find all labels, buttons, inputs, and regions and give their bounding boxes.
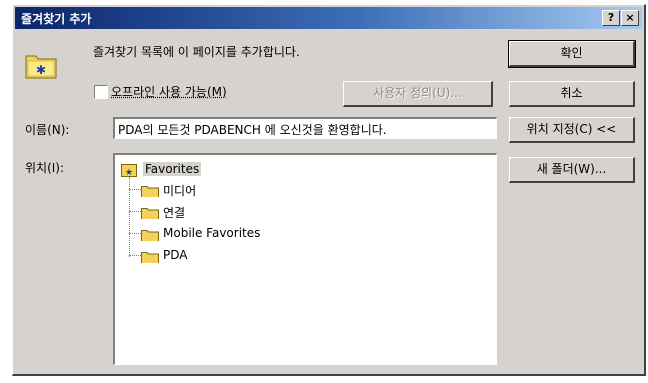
- svg-text:✱: ✱: [36, 63, 46, 77]
- intro-text: 즐겨찾기 목록에 이 페이지를 추가합니다.: [93, 45, 300, 59]
- favorites-folder-icon: ✱: [25, 55, 57, 79]
- folder-icon: [141, 186, 159, 197]
- ok-button[interactable]: 확인: [508, 40, 636, 68]
- tree-root-label: Favorites: [143, 162, 202, 176]
- new-folder-button[interactable]: 새 폴더(W)...: [509, 157, 635, 183]
- tree-item-label: 미디어: [163, 184, 197, 198]
- tree-branch-line: [129, 255, 141, 256]
- name-field[interactable]: PDA의 모든것 PDABENCH 에 오신것을 환영합니다.: [113, 117, 497, 139]
- svg-text:★: ★: [125, 168, 133, 177]
- help-button[interactable]: ?: [602, 10, 620, 26]
- tree-branch-line: [129, 211, 141, 212]
- tree-item-label: Mobile Favorites: [163, 226, 261, 240]
- offline-checkbox[interactable]: [94, 85, 108, 99]
- folder-icon: [141, 252, 159, 263]
- location-label: 위치(I):: [25, 161, 65, 175]
- add-favorite-dialog: 즐겨찾기 추가 ? × ✱ 즐겨찾기 목록에 이 페이지를 추가합니다. 오프라…: [12, 4, 646, 376]
- tree-item-label: PDA: [163, 248, 188, 262]
- offline-checkbox-label: 오프라인 사용 가능(M): [111, 85, 227, 99]
- folder-icon: [141, 230, 159, 241]
- cancel-button[interactable]: 취소: [509, 81, 635, 107]
- customize-button[interactable]: 사용자 정의(U)...: [343, 81, 493, 107]
- tree-branch-line: [129, 233, 141, 234]
- folder-icon: [141, 208, 159, 219]
- window-title: 즐겨찾기 추가: [21, 12, 92, 26]
- title-bar: 즐겨찾기 추가 ? ×: [15, 7, 642, 29]
- folder-tree[interactable]: ★ Favorites 미디어 연결 Mobile Favorites PDA: [113, 153, 497, 365]
- tree-item-label: 연결: [163, 206, 186, 220]
- name-label: 이름(N):: [25, 123, 70, 137]
- set-location-button[interactable]: 위치 지정(C) <<: [509, 117, 635, 143]
- name-field-value: PDA의 모든것 PDABENCH 에 오신것을 환영합니다.: [118, 123, 387, 137]
- tree-branch-line: [129, 189, 141, 190]
- close-button[interactable]: ×: [621, 10, 639, 26]
- favorites-root-icon: ★: [121, 164, 137, 177]
